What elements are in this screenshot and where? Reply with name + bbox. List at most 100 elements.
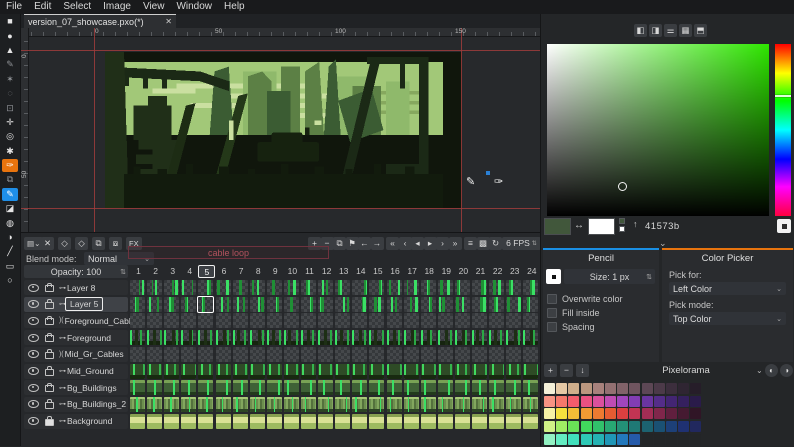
cel-foreground-cables-frame-10[interactable] [284, 313, 299, 328]
cel-background-frame-14[interactable] [352, 414, 367, 429]
layer-label-foreground-cables[interactable]: ) (Foreground_Cables [24, 313, 128, 328]
cel-bg-buildings-2-frame-8[interactable] [250, 397, 265, 412]
cel-mid-gr-cables-frame-1[interactable] [130, 347, 145, 362]
cel-layer 5-frame-19[interactable] [438, 297, 453, 312]
cel-foreground-frame-18[interactable] [421, 330, 436, 345]
visibility-eye-icon[interactable] [28, 284, 39, 292]
color-cursor[interactable] [618, 182, 627, 191]
right-color-swatch[interactable] [588, 218, 615, 235]
frame-number-18[interactable]: 18 [421, 265, 438, 278]
frame-number-7[interactable]: 7 [233, 265, 250, 278]
palette-color-#bf4cb3[interactable] [605, 396, 616, 407]
cel-foreground-frame-7[interactable] [233, 330, 248, 345]
palette-color-#6f545f[interactable] [629, 383, 640, 394]
cel-background-frame-15[interactable] [369, 414, 384, 429]
palette-color-#301526[interactable] [690, 408, 701, 419]
palette-color-#2096b6[interactable] [605, 434, 616, 445]
palette-color-#2378bc[interactable] [617, 434, 628, 445]
cel-mid-ground-frame-23[interactable] [506, 364, 521, 379]
shading-tool[interactable]: ◑ [2, 231, 18, 244]
hue-slider[interactable] [775, 44, 791, 216]
checkbox-icon[interactable] [547, 294, 557, 304]
palette-color-#ea5181[interactable] [581, 396, 592, 407]
cel-foreground-frame-13[interactable] [335, 330, 350, 345]
cel-bg-buildings-2-frame-9[interactable] [267, 397, 282, 412]
clone-frame-button[interactable]: ⧉ [333, 237, 346, 250]
cel-layer 8-frame-8[interactable] [250, 280, 265, 295]
cel-foreground-cables-frame-17[interactable] [404, 313, 419, 328]
add-palette-color-button[interactable]: + [544, 364, 557, 377]
cel-foreground-cables-frame-12[interactable] [318, 313, 333, 328]
palette-color-#25b2b3[interactable] [593, 434, 604, 445]
lock-icon[interactable] [45, 402, 54, 409]
palette-color-#bb977f[interactable] [581, 383, 592, 394]
cel-mid-ground-frame-10[interactable] [284, 364, 299, 379]
cel-layer 8-frame-9[interactable] [267, 280, 282, 295]
cel-mid-gr-cables-frame-11[interactable] [301, 347, 316, 362]
cel-bg-buildings-frame-4[interactable] [181, 380, 196, 395]
cel-layer 5-frame-20[interactable] [455, 297, 470, 312]
frame-number-19[interactable]: 19 [438, 265, 455, 278]
link-cels-icon[interactable]: ) ( [59, 351, 63, 358]
palette-color-#e6c9a5[interactable] [556, 383, 567, 394]
cel-foreground-cables-frame-19[interactable] [438, 313, 453, 328]
menu-window[interactable]: Window [170, 0, 218, 14]
frame-number-16[interactable]: 16 [387, 265, 404, 278]
link-cels-icon[interactable]: ⊶ [59, 284, 65, 292]
cel-layer 5-frame-10[interactable] [284, 297, 299, 312]
cel-bg-buildings-frame-11[interactable] [301, 380, 316, 395]
move-frame-left-button[interactable]: ← [358, 237, 371, 250]
move-tool[interactable]: ✛ [2, 116, 18, 129]
frame-number-9[interactable]: 9 [267, 265, 284, 278]
frame-number-6[interactable]: 6 [216, 265, 233, 278]
checkbox-row-spacing[interactable]: Spacing [547, 322, 595, 332]
cel-background-frame-10[interactable] [284, 414, 299, 429]
cel-mid-gr-cables-frame-12[interactable] [318, 347, 333, 362]
cel-mid-gr-cables-frame-16[interactable] [387, 347, 402, 362]
cel-layer 5-frame-6[interactable] [216, 297, 231, 312]
frame-number-3[interactable]: 3 [164, 265, 181, 278]
cel-bg-buildings-2-frame-3[interactable] [164, 397, 179, 412]
palette-color-#2ec9b6[interactable] [581, 434, 592, 445]
cel-layer 5-frame-1[interactable] [130, 297, 145, 312]
cel-background-frame-2[interactable] [147, 414, 162, 429]
cel-layer 8-frame-13[interactable] [335, 280, 350, 295]
palette-color-#816269[interactable] [617, 383, 628, 394]
cel-layer 8-frame-7[interactable] [233, 280, 248, 295]
cel-foreground-cables-frame-14[interactable] [352, 313, 367, 328]
menu-help[interactable]: Help [218, 0, 251, 14]
cel-bg-buildings-2-frame-20[interactable] [455, 397, 470, 412]
cel-mid-ground-frame-6[interactable] [216, 364, 231, 379]
cel-bg-buildings-frame-16[interactable] [387, 380, 402, 395]
move-layer-down-button[interactable]: ◇ [75, 237, 88, 250]
cel-bg-buildings-frame-6[interactable] [216, 380, 231, 395]
move-layer-up-button[interactable]: ◇ [58, 237, 71, 250]
delete-layer-button[interactable]: ✕ [41, 237, 54, 250]
palette-color-empty[interactable] [678, 434, 689, 445]
pencil-tool[interactable]: ✎ [2, 188, 18, 201]
mirror-y-icon[interactable]: ◨ [649, 24, 662, 37]
palette-color-#a22d55[interactable] [642, 408, 653, 419]
palette-color-empty[interactable] [642, 434, 653, 445]
cel-mid-ground-frame-2[interactable] [147, 364, 162, 379]
guide-horizontal-top[interactable] [20, 50, 540, 51]
palette-color-#f5786b[interactable] [556, 396, 567, 407]
cel-bg-buildings-2-frame-14[interactable] [352, 397, 367, 412]
cel-bg-buildings-2-frame-17[interactable] [404, 397, 419, 412]
cel-foreground-frame-8[interactable] [250, 330, 265, 345]
frame-number-5[interactable]: 5 [198, 265, 215, 278]
cel-layer 5-frame-3[interactable] [164, 297, 179, 312]
cel-layer 5-frame-8[interactable] [250, 297, 265, 312]
mirror-x-icon[interactable]: ◧ [634, 24, 647, 37]
mini-right-swatch[interactable] [619, 226, 625, 232]
polygon-select-tool[interactable]: ▲ [2, 44, 18, 57]
cel-foreground-frame-19[interactable] [438, 330, 453, 345]
cel-background-frame-18[interactable] [421, 414, 436, 429]
cel-background-frame-12[interactable] [318, 414, 333, 429]
palette-color-#f6f2a5[interactable] [544, 408, 555, 419]
cel-layer 5-frame-24[interactable] [523, 297, 538, 312]
play-backwards-button[interactable]: ◂ [411, 237, 424, 250]
lock-icon[interactable] [45, 335, 54, 342]
palette-color-#6a35a0[interactable] [642, 396, 653, 407]
cel-foreground-cables-frame-20[interactable] [455, 313, 470, 328]
